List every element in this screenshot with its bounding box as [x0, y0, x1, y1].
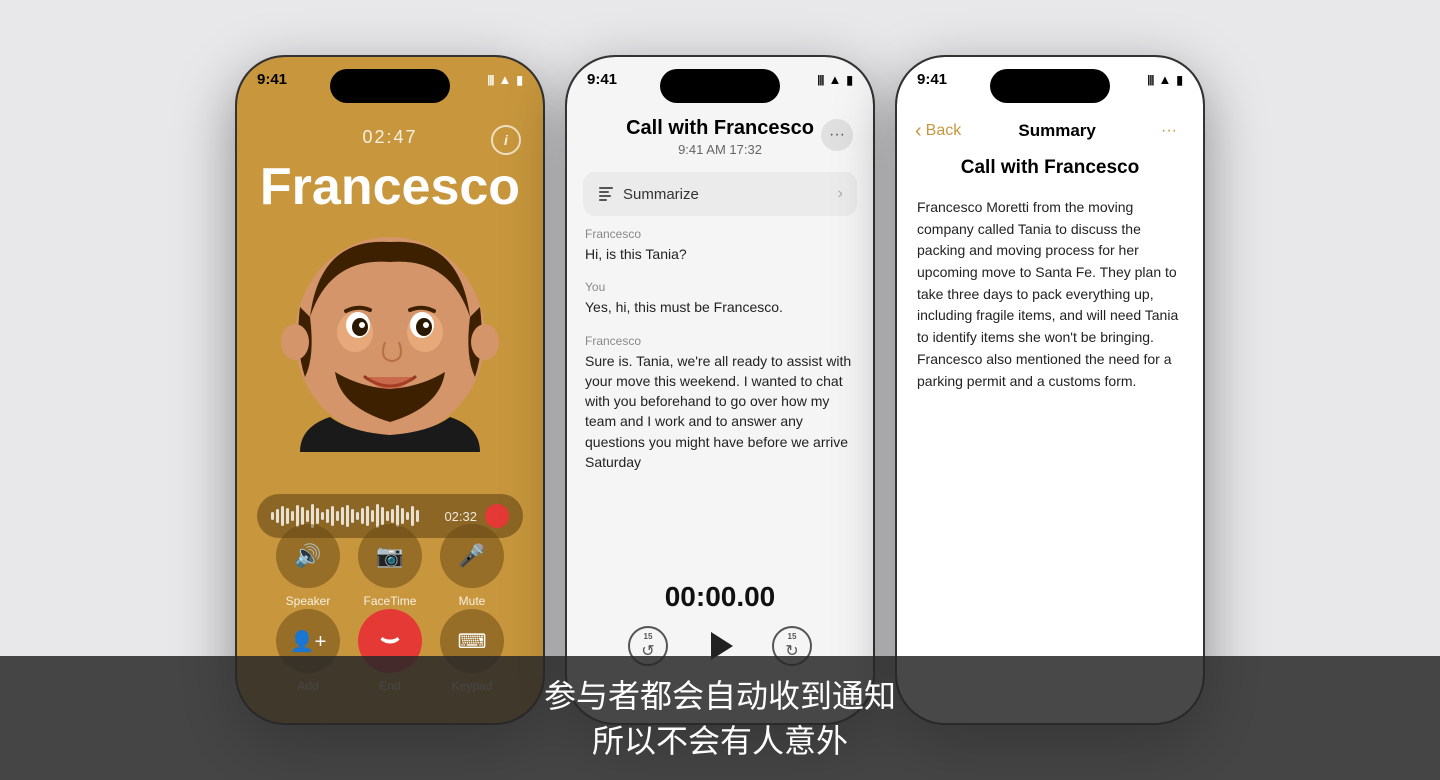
speaker-label: Speaker: [286, 594, 331, 608]
mute-label: Mute: [459, 594, 486, 608]
facetime-button-wrap[interactable]: 📷 FaceTime: [358, 524, 422, 608]
battery-icon-3: ▮: [1176, 73, 1183, 87]
wifi-icon: ▲: [499, 72, 512, 87]
memoji-avatar: [270, 217, 510, 457]
summary-body: Francesco Moretti from the moving compan…: [917, 197, 1183, 392]
dynamic-island-3: [990, 69, 1110, 103]
subtitle-line-2: 所以不会有人意外: [0, 719, 1440, 764]
text-3: Sure is. Tania, we're all ready to assis…: [585, 351, 855, 473]
transcript-msg-3: Francesco Sure is. Tania, we're all read…: [585, 334, 855, 473]
battery-icon: ▮: [516, 73, 523, 87]
dynamic-island-2: [660, 69, 780, 103]
chevron-left-icon: ‹: [915, 120, 922, 143]
status-icons-3: ||| ▲ ▮: [1147, 72, 1183, 87]
status-icons-1: ||| ▲ ▮: [487, 72, 523, 87]
summary-title: Call with Francesco: [897, 157, 1203, 179]
summary-nav: ‹ Back Summary ···: [897, 115, 1203, 147]
transcript-msg-2: You Yes, hi, this must be Francesco.: [585, 280, 855, 317]
transcript-msg-1: Francesco Hi, is this Tania?: [585, 227, 855, 264]
mute-button[interactable]: 🎤: [440, 524, 504, 588]
chevron-right-icon: ›: [838, 185, 843, 203]
speaker-2: You: [585, 280, 855, 294]
skip-back-icon: 15: [644, 632, 653, 641]
facetime-label: FaceTime: [364, 594, 417, 608]
summarize-label: Summarize: [623, 186, 699, 203]
wifi-icon-2: ▲: [829, 72, 842, 87]
signal-icon-3: |||: [1147, 74, 1153, 86]
text-1: Hi, is this Tania?: [585, 244, 855, 264]
phone-summary: 9:41 ||| ▲ ▮ ‹ Back Summary ··· Call wit…: [895, 55, 1205, 725]
summary-nav-title: Summary: [1018, 121, 1095, 141]
speaker-3: Francesco: [585, 334, 855, 348]
signal-icon-2: |||: [817, 74, 823, 86]
info-button[interactable]: i: [491, 125, 521, 155]
status-time-1: 9:41: [257, 71, 287, 88]
mute-button-wrap[interactable]: 🎤 Mute: [440, 524, 504, 608]
speaker-button-wrap[interactable]: 🔊 Speaker: [276, 524, 340, 608]
summarize-button[interactable]: Summarize ›: [583, 172, 857, 216]
skip-forward-icon: 15: [788, 632, 797, 641]
signal-icon: |||: [487, 74, 493, 86]
back-button[interactable]: ‹ Back: [915, 120, 961, 143]
summarize-icon: [597, 185, 615, 203]
wifi-icon-3: ▲: [1159, 72, 1172, 87]
status-time-3: 9:41: [917, 71, 947, 88]
text-2: Yes, hi, this must be Francesco.: [585, 297, 855, 317]
call-buttons-row: 🔊 Speaker 📷 FaceTime 🎤 Mute: [237, 524, 543, 608]
status-icons-2: ||| ▲ ▮: [817, 72, 853, 87]
caller-name: Francesco: [237, 157, 543, 217]
speaker-button[interactable]: 🔊: [276, 524, 340, 588]
facetime-button[interactable]: 📷: [358, 524, 422, 588]
status-time-2: 9:41: [587, 71, 617, 88]
subtitle-bar: 参与者都会自动收到通知 所以不会有人意外: [0, 656, 1440, 780]
more-button-3[interactable]: ···: [1153, 115, 1185, 147]
subtitle-line-1: 参与者都会自动收到通知: [0, 674, 1440, 719]
battery-icon-2: ▮: [846, 73, 853, 87]
phone-transcript: 9:41 ||| ▲ ▮ Call with Francesco 9:41 AM…: [565, 55, 875, 725]
rec-time: 02:32: [444, 509, 477, 524]
speaker-1: Francesco: [585, 227, 855, 241]
phone-active-call: 9:41 ||| ▲ ▮ 02:47 i Francesco: [235, 55, 545, 725]
dynamic-island-1: [330, 69, 450, 103]
playback-timestamp: 00:00.00: [567, 581, 873, 613]
summarize-left: Summarize: [597, 185, 699, 203]
more-button-2[interactable]: ···: [821, 119, 853, 151]
back-label: Back: [926, 122, 962, 140]
